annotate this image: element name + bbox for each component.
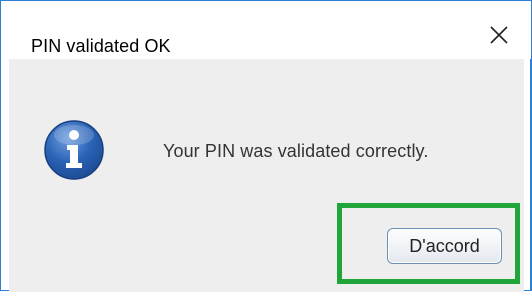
info-icon <box>44 120 104 180</box>
dialog-message: Your PIN was validated correctly. <box>163 141 429 161</box>
close-icon <box>490 26 508 44</box>
ok-button[interactable]: D'accord <box>387 228 502 264</box>
message-dialog: PIN validated OK Your PIN was validated … <box>0 0 532 292</box>
dialog-title: PIN validated OK <box>31 36 171 56</box>
close-button[interactable] <box>477 19 521 51</box>
title-bar: PIN validated OK <box>1 1 531 59</box>
